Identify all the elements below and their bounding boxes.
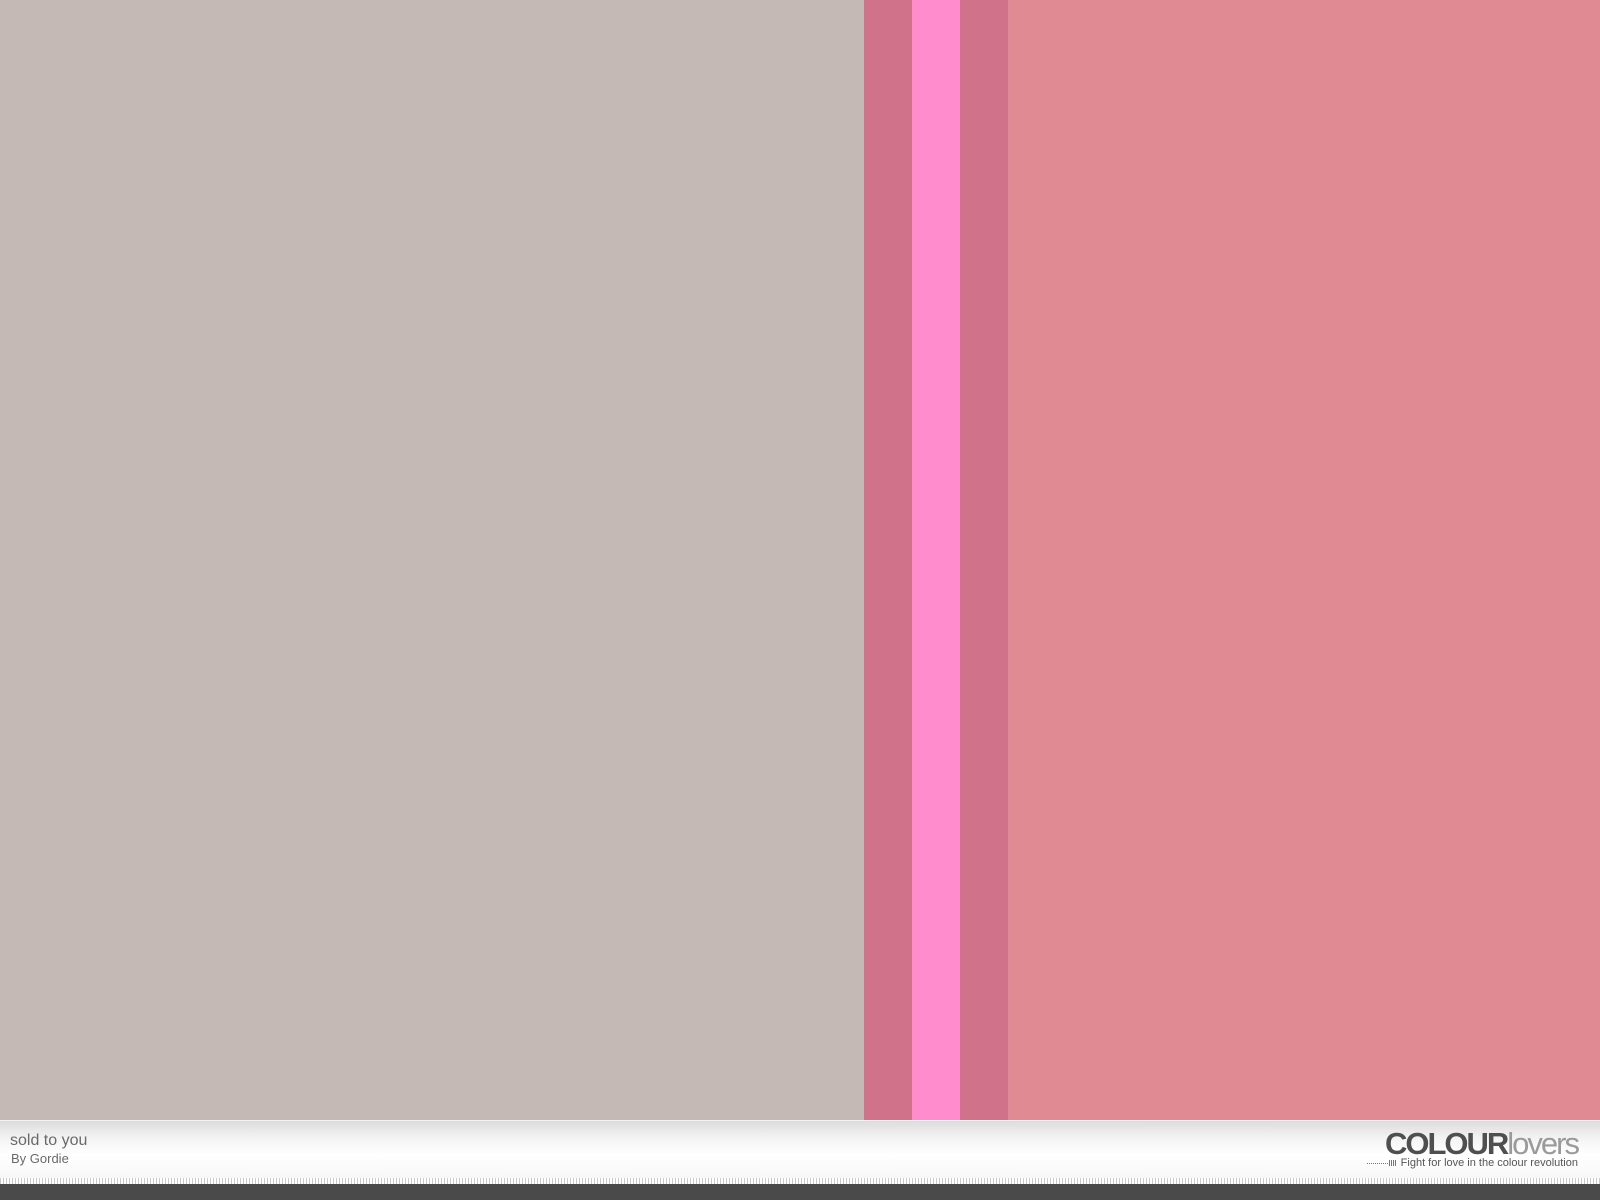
colourlovers-logo[interactable]: COLOURlovers Fight for love in the colou… bbox=[1348, 1126, 1580, 1172]
color-swatch-2 bbox=[864, 0, 912, 1120]
logo-wordmark: COLOURlovers bbox=[1384, 1126, 1580, 1161]
logo-lovers-text: lovers bbox=[1507, 1126, 1580, 1161]
dotted-line-icon bbox=[1366, 1160, 1397, 1166]
logo-colour-text: COLOUR bbox=[1384, 1126, 1509, 1161]
color-swatch-3 bbox=[912, 0, 960, 1120]
palette-swatches bbox=[0, 0, 1600, 1120]
color-swatch-4 bbox=[960, 0, 1008, 1120]
logo-tagline-row: Fight for love in the colour revolution bbox=[1366, 1157, 1578, 1169]
color-swatch-5 bbox=[1008, 0, 1600, 1120]
logo-tagline: Fight for love in the colour revolution bbox=[1400, 1157, 1578, 1169]
palette-page: sold to you By Gordie COLOURlovers Fight… bbox=[0, 0, 1600, 1200]
color-swatch-1 bbox=[0, 0, 864, 1120]
palette-title: sold to you bbox=[10, 1132, 88, 1149]
bottom-bar bbox=[0, 1184, 1600, 1200]
palette-author: By Gordie bbox=[11, 1151, 69, 1166]
